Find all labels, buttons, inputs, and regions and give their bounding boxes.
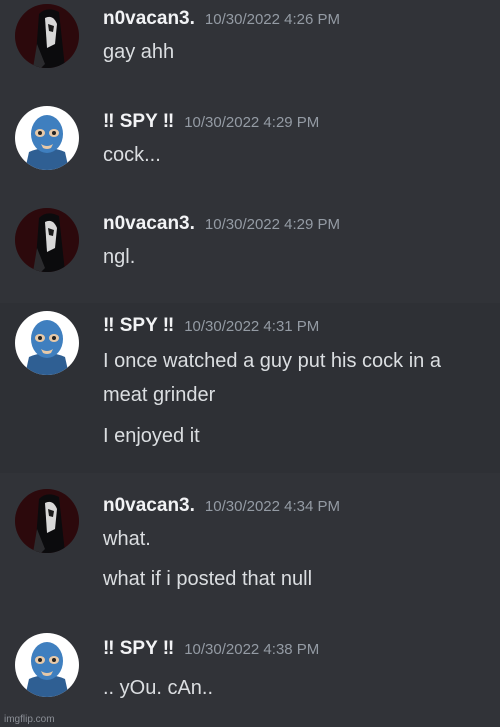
message-group: ‼ SPY ‼ 10/30/2022 4:31 PM I once watched… — [0, 303, 500, 473]
username[interactable]: ‼ SPY ‼ — [103, 638, 174, 659]
message-header: ‼ SPY ‼ 10/30/2022 4:38 PM — [103, 639, 319, 658]
message-header: n0vacan3. 10/30/2022 4:26 PM — [103, 9, 340, 28]
user-avatar[interactable] — [15, 489, 79, 553]
blue-spy-avatar-icon — [15, 633, 79, 697]
timestamp: 10/30/2022 4:26 PM — [204, 11, 341, 28]
timestamp: 10/30/2022 4:34 PM — [204, 498, 341, 515]
watermark: imgflip.com — [4, 714, 55, 725]
message-group: n0vacan3. 10/30/2022 4:34 PM what. what i… — [0, 473, 500, 623]
message-group: n0vacan3. 10/30/2022 4:26 PM gay ahh — [0, 0, 500, 100]
message-group: n0vacan3. 10/30/2022 4:29 PM ngl. — [0, 200, 500, 303]
message-text: what if i posted that null — [103, 568, 313, 590]
message-text: meat grinder — [103, 384, 216, 406]
message-header: n0vacan3. 10/30/2022 4:34 PM — [103, 496, 340, 515]
message-group: ‼ SPY ‼ 10/30/2022 4:38 PM .. yOu. cAn.. — [0, 623, 500, 727]
blue-spy-avatar-icon — [15, 311, 79, 375]
user-avatar[interactable] — [15, 208, 79, 272]
timestamp: 10/30/2022 4:38 PM — [184, 641, 320, 658]
message-header: ‼ SPY ‼ 10/30/2022 4:29 PM — [103, 112, 319, 131]
username[interactable]: ‼ SPY ‼ — [103, 315, 174, 336]
username[interactable]: n0vacan3. — [103, 8, 195, 29]
dark-masked-figure-avatar-icon — [15, 4, 79, 68]
user-avatar[interactable] — [15, 106, 79, 170]
message-text: I enjoyed it — [103, 425, 200, 447]
timestamp: 10/30/2022 4:31 PM — [184, 318, 320, 335]
message-header: n0vacan3. 10/30/2022 4:29 PM — [103, 214, 340, 233]
message-text: I once watched a guy put his cock in a — [103, 350, 441, 372]
message-text: gay ahh — [103, 41, 175, 63]
user-avatar[interactable] — [15, 4, 79, 68]
dark-masked-figure-avatar-icon — [15, 489, 79, 553]
user-avatar[interactable] — [15, 311, 79, 375]
timestamp: 10/30/2022 4:29 PM — [204, 216, 341, 233]
username[interactable]: n0vacan3. — [103, 495, 195, 516]
blue-spy-avatar-icon — [15, 106, 79, 170]
dark-masked-figure-avatar-icon — [15, 208, 79, 272]
timestamp: 10/30/2022 4:29 PM — [184, 114, 320, 131]
message-text: cock... — [103, 144, 161, 166]
message-text: ngl. — [103, 246, 136, 268]
username[interactable]: n0vacan3. — [103, 213, 195, 234]
message-header: ‼ SPY ‼ 10/30/2022 4:31 PM — [103, 316, 319, 335]
username[interactable]: ‼ SPY ‼ — [103, 111, 174, 132]
message-text: .. yOu. cAn.. — [103, 677, 214, 699]
message-text: what. — [103, 528, 151, 550]
message-group: ‼ SPY ‼ 10/30/2022 4:29 PM cock... — [0, 100, 500, 200]
user-avatar[interactable] — [15, 633, 79, 697]
